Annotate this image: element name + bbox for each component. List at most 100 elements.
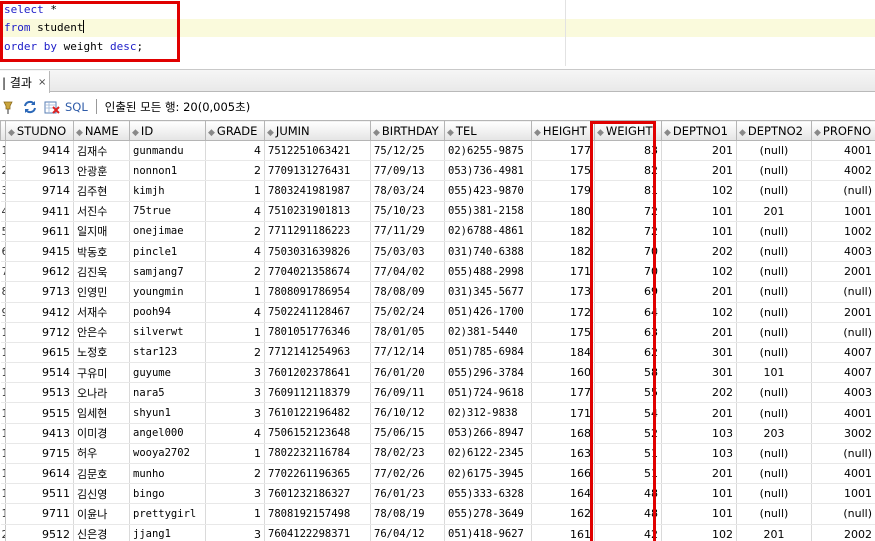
editor-line-3[interactable]: order by weight desc; <box>4 38 143 56</box>
cell-height[interactable]: 172 <box>531 302 595 323</box>
cell-height[interactable]: 163 <box>531 443 595 465</box>
cell-jumin[interactable]: 7808192157498 <box>264 503 371 525</box>
cell-profno[interactable]: 4003 <box>811 241 875 263</box>
cell-birthday[interactable]: 77/09/13 <box>370 160 445 182</box>
cell-grade[interactable]: 4 <box>205 423 265 444</box>
cell-jumin[interactable]: 7506152123648 <box>264 423 371 444</box>
cell-studno[interactable]: 9515 <box>5 402 74 424</box>
cell-deptno2[interactable]: (null) <box>736 443 812 465</box>
cell-weight[interactable]: 55 <box>594 382 662 404</box>
cell-height[interactable]: 166 <box>531 463 595 485</box>
column-header-birthday[interactable]: ◆ BIRTHDAY <box>370 120 445 141</box>
cell-deptno2[interactable]: (null) <box>736 322 812 343</box>
cell-tel[interactable]: 051)418-9627 <box>444 524 532 541</box>
cell-deptno1[interactable]: 201 <box>661 322 737 343</box>
cell-height[interactable]: 184 <box>531 342 595 364</box>
cell-height[interactable]: 177 <box>531 382 595 404</box>
cell-id[interactable]: guyume <box>129 362 206 384</box>
cell-birthday[interactable]: 77/02/26 <box>370 463 445 485</box>
cell-grade[interactable]: 3 <box>205 402 265 424</box>
table-row[interactable]: 79612김진욱samjang72770402135867477/04/0205… <box>0 261 875 283</box>
cell-deptno1[interactable]: 103 <box>661 423 737 444</box>
cell-profno[interactable]: 4007 <box>811 342 875 364</box>
cell-weight[interactable]: 58 <box>594 362 662 384</box>
cell-profno[interactable]: 4001 <box>811 463 875 485</box>
cell-studno[interactable]: 9613 <box>5 160 74 182</box>
table-row[interactable]: 149515임세현shyun13761012219648276/10/1202)… <box>0 402 875 424</box>
cell-tel[interactable]: 053)736-4981 <box>444 160 532 182</box>
cell-id[interactable]: bingo <box>129 483 206 505</box>
cell-jumin[interactable]: 7803241981987 <box>264 180 371 202</box>
cell-studno[interactable]: 9412 <box>5 302 74 323</box>
cell-weight[interactable]: 72 <box>594 221 662 242</box>
cell-weight[interactable]: 51 <box>594 443 662 465</box>
cell-jumin[interactable]: 7510231901813 <box>264 201 371 222</box>
column-header-deptno1[interactable]: ◆ DEPTNO1 <box>661 120 737 141</box>
cell-profno[interactable]: (null) <box>811 281 875 303</box>
cell-deptno1[interactable]: 201 <box>661 160 737 182</box>
cell-profno[interactable]: (null) <box>811 180 875 202</box>
column-header-deptno2[interactable]: ◆ DEPTNO2 <box>736 120 812 141</box>
cell-grade[interactable]: 2 <box>205 463 265 485</box>
cell-height[interactable]: 182 <box>531 241 595 263</box>
cell-id[interactable]: kimjh <box>129 180 206 202</box>
cell-deptno2[interactable]: (null) <box>736 302 812 323</box>
cell-id[interactable]: pooh94 <box>129 302 206 323</box>
column-header-tel[interactable]: ◆ TEL <box>444 120 532 141</box>
cell-weight[interactable]: 69 <box>594 281 662 303</box>
cell-jumin[interactable]: 7502241128467 <box>264 302 371 323</box>
cell-birthday[interactable]: 77/11/29 <box>370 221 445 242</box>
cell-birthday[interactable]: 76/01/23 <box>370 483 445 505</box>
cell-profno[interactable]: 2001 <box>811 302 875 323</box>
cell-tel[interactable]: 051)724-9618 <box>444 382 532 404</box>
table-row[interactable]: 179614김문호munho2770226119636577/02/2602)6… <box>0 463 875 485</box>
cell-deptno2[interactable]: (null) <box>736 180 812 202</box>
cell-deptno1[interactable]: 101 <box>661 201 737 222</box>
cell-studno[interactable]: 9611 <box>5 221 74 242</box>
cell-deptno2[interactable]: (null) <box>736 342 812 364</box>
cell-profno[interactable]: 2001 <box>811 261 875 283</box>
column-header-weight[interactable]: ◆ WEIGHT <box>594 120 662 141</box>
editor-line-1[interactable]: select * <box>4 1 57 19</box>
cell-weight[interactable]: 51 <box>594 463 662 485</box>
cell-studno[interactable]: 9511 <box>5 483 74 505</box>
cell-height[interactable]: 164 <box>531 483 595 505</box>
cell-weight[interactable]: 52 <box>594 423 662 444</box>
cell-studno[interactable]: 9514 <box>5 362 74 384</box>
cell-weight[interactable]: 54 <box>594 402 662 424</box>
cell-tel[interactable]: 055)381-2158 <box>444 201 532 222</box>
cell-grade[interactable]: 2 <box>205 342 265 364</box>
cell-tel[interactable]: 051)785-6984 <box>444 342 532 364</box>
cell-deptno1[interactable]: 201 <box>661 402 737 424</box>
cell-deptno2[interactable]: (null) <box>736 140 812 162</box>
cell-grade[interactable]: 1 <box>205 281 265 303</box>
cell-id[interactable]: silverwt <box>129 322 206 343</box>
cell-tel[interactable]: 055)278-3649 <box>444 503 532 525</box>
cell-studno[interactable]: 9712 <box>5 322 74 343</box>
column-header-studno[interactable]: ◆ STUDNO <box>5 120 74 141</box>
cell-name[interactable]: 박동호 <box>73 241 130 263</box>
cell-grade[interactable]: 3 <box>205 524 265 541</box>
cell-weight[interactable]: 72 <box>594 201 662 222</box>
cell-id[interactable]: angel000 <box>129 423 206 444</box>
cell-id[interactable]: nara5 <box>129 382 206 404</box>
cell-grade[interactable]: 4 <box>205 302 265 323</box>
cell-birthday[interactable]: 78/01/05 <box>370 322 445 343</box>
close-icon[interactable]: × <box>38 77 46 88</box>
cell-height[interactable]: 182 <box>531 221 595 242</box>
cell-profno[interactable]: 4002 <box>811 160 875 182</box>
cell-deptno1[interactable]: 201 <box>661 463 737 485</box>
cell-name[interactable]: 김주현 <box>73 180 130 202</box>
cell-deptno2[interactable]: (null) <box>736 382 812 404</box>
tab-query-result[interactable]: | 결과 × <box>0 71 50 93</box>
cell-birthday[interactable]: 76/04/12 <box>370 524 445 541</box>
cell-tel[interactable]: 055)488-2998 <box>444 261 532 283</box>
cell-studno[interactable]: 9414 <box>5 140 74 162</box>
cell-studno[interactable]: 9411 <box>5 201 74 222</box>
cell-profno[interactable]: 3002 <box>811 423 875 444</box>
cell-deptno1[interactable]: 201 <box>661 281 737 303</box>
cell-id[interactable]: pincle1 <box>129 241 206 263</box>
refresh-icon[interactable] <box>22 99 38 115</box>
cell-deptno1[interactable]: 102 <box>661 524 737 541</box>
table-row[interactable]: 49411서진수75true4751023190181375/10/23055)… <box>0 201 875 222</box>
